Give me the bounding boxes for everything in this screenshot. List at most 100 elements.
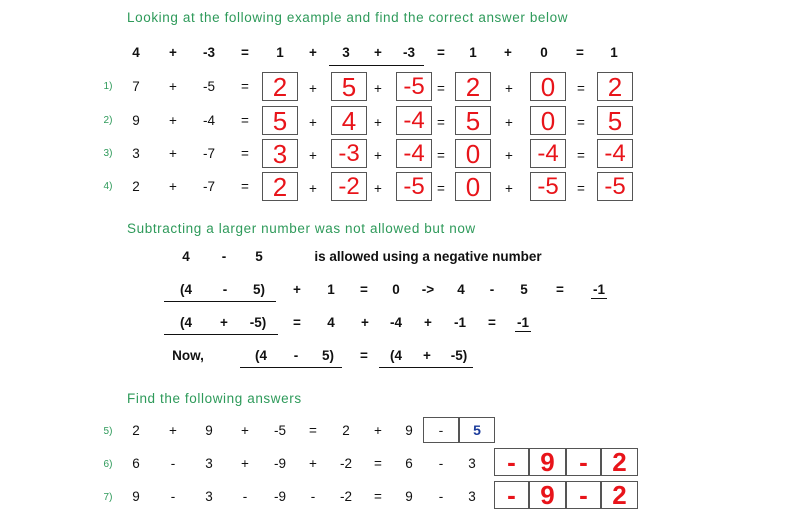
answer-box: -2 — [331, 172, 367, 201]
exercise-operator: + — [505, 148, 513, 163]
eq2-token: + — [361, 315, 369, 330]
question-token: -2 — [339, 456, 353, 471]
eq1-result-underline — [591, 298, 607, 299]
now-left-token: (4 — [254, 348, 268, 363]
answer-box: - — [494, 448, 529, 476]
question-token: 3 — [468, 489, 476, 504]
exercise-operator: + — [169, 179, 177, 194]
q5-box-answer: 5 — [459, 417, 495, 443]
question-token: -9 — [273, 489, 287, 504]
answer-box: -4 — [597, 139, 633, 168]
answer-box: 5 — [262, 106, 298, 135]
eq2-token: 4 — [327, 315, 335, 330]
example-token: 4 — [132, 45, 140, 60]
exercise-operator: + — [169, 113, 177, 128]
exercise-operand: -7 — [202, 179, 216, 194]
eq1-token: + — [293, 282, 301, 297]
exercise-equals: = — [241, 113, 249, 128]
eq1-token: - — [222, 282, 228, 297]
exercise-operator: + — [374, 81, 382, 96]
exercise-operator: = — [577, 148, 585, 163]
question-token: - — [310, 489, 316, 504]
answer-box: 9 — [529, 481, 566, 509]
allowed-operand: 5 — [255, 249, 263, 264]
eq1-token: 5 — [520, 282, 528, 297]
question-token: + — [241, 456, 249, 471]
answer-box: 5 — [597, 106, 633, 135]
exercise-operator: + — [169, 146, 177, 161]
q5-box-operator: - — [423, 417, 459, 443]
answer-box: 2 — [601, 448, 638, 476]
answer-box: -3 — [331, 139, 367, 168]
eq2-token: + — [424, 315, 432, 330]
answer-box: 9 — [529, 448, 566, 476]
eq1-token: = — [360, 282, 368, 297]
now-right-underline — [379, 367, 473, 368]
eq2-token: -1 — [453, 315, 467, 330]
question-token: + — [241, 423, 249, 438]
exercise-operator: = — [437, 148, 445, 163]
exercise-operator: + — [374, 148, 382, 163]
eq1-underline — [164, 301, 276, 302]
now-left-token: 5) — [321, 348, 335, 363]
example-token: 1 — [610, 45, 618, 60]
allowed-operand: 4 — [182, 249, 190, 264]
eq1-token: - — [489, 282, 495, 297]
question-token: -9 — [273, 456, 287, 471]
exercise-operand: 7 — [132, 79, 140, 94]
intro-heading: Looking at the following example and fin… — [127, 10, 569, 25]
answer-box: -5 — [597, 172, 633, 201]
question-token: 9 — [132, 489, 140, 504]
exercise-operator: = — [577, 81, 585, 96]
now-left-underline — [240, 367, 342, 368]
answer-box: 0 — [455, 172, 491, 201]
example-token: = — [576, 45, 584, 60]
answer-box: -5 — [530, 172, 566, 201]
exercise-number: 3) — [103, 148, 113, 159]
question-token: = — [374, 456, 382, 471]
eq2-token: -4 — [389, 315, 403, 330]
question-number: 6) — [103, 459, 113, 470]
now-label: Now, — [172, 348, 204, 363]
question-number: 5) — [103, 426, 113, 437]
eq2-token: + — [220, 315, 228, 330]
question-token: 6 — [132, 456, 140, 471]
answer-box: 2 — [262, 72, 298, 101]
answer-box: 2 — [455, 72, 491, 101]
exercise-operand: -7 — [202, 146, 216, 161]
exercise-equals: = — [241, 79, 249, 94]
example-token: 3 — [342, 45, 350, 60]
answer-box: -4 — [530, 139, 566, 168]
exercise-number: 2) — [103, 115, 113, 126]
answer-box: 0 — [455, 139, 491, 168]
answer-box: 2 — [601, 481, 638, 509]
allowed-operator: - — [221, 249, 227, 264]
exercise-operand: -4 — [202, 113, 216, 128]
exercise-operator: + — [505, 115, 513, 130]
exercise-operand: 9 — [132, 113, 140, 128]
example-token: + — [374, 45, 382, 60]
exercise-number: 4) — [103, 181, 113, 192]
answer-box: 3 — [262, 139, 298, 168]
exercise-operator: = — [577, 181, 585, 196]
exercise-operator: + — [309, 115, 317, 130]
exercise-operator: + — [309, 181, 317, 196]
exercise-operator: = — [437, 115, 445, 130]
exercise-operand: 3 — [132, 146, 140, 161]
exercise-operand: -5 — [202, 79, 216, 94]
question-number: 7) — [103, 492, 113, 503]
question-token: + — [374, 423, 382, 438]
now-equals: = — [360, 348, 368, 363]
question-token: = — [309, 423, 317, 438]
question-token: -5 — [273, 423, 287, 438]
question-token: 3 — [205, 489, 213, 504]
answer-box: 4 — [331, 106, 367, 135]
find-heading: Find the following answers — [127, 391, 302, 406]
allowed-text: is allowed using a negative number — [314, 249, 542, 264]
answer-box: -4 — [396, 106, 432, 135]
exercise-number: 1) — [103, 81, 113, 92]
example-token: = — [241, 45, 249, 60]
example-token: -3 — [402, 45, 416, 60]
eq2-token: = — [488, 315, 496, 330]
example-token: + — [504, 45, 512, 60]
